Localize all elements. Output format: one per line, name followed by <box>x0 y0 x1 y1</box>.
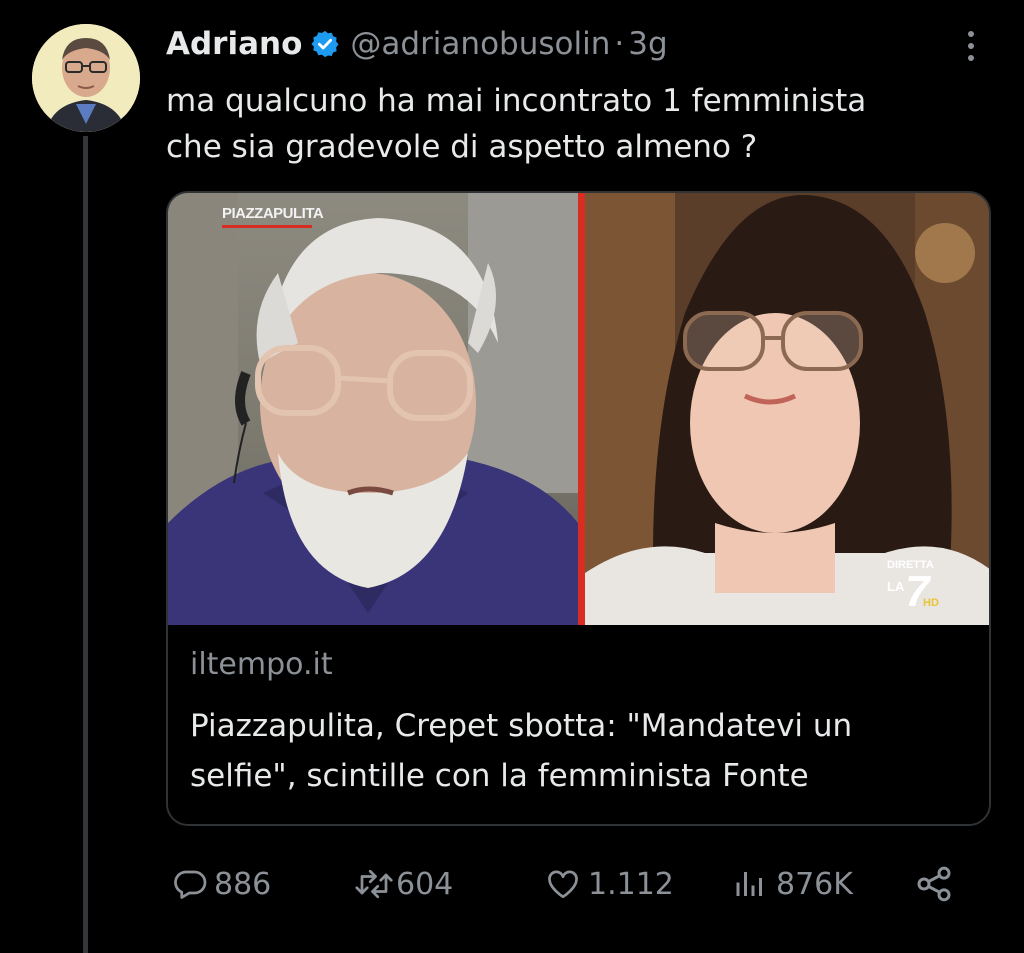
link-title-line-1: Piazzapulita, Crepet sbotta: "Mandatevi … <box>190 708 853 744</box>
like-count: 1.112 <box>588 866 674 902</box>
header-separator: · <box>614 26 625 62</box>
reply-count: 886 <box>214 866 272 902</box>
heart-icon <box>544 866 582 902</box>
like-button[interactable]: 1.112 <box>544 858 674 910</box>
tv-channel-logo: DIRETTA LA 7 HD <box>887 559 949 617</box>
author-name[interactable]: Adriano <box>166 26 302 62</box>
link-title-line-2: selfie", scintille con la femminista Fon… <box>190 758 809 794</box>
tv-logo-hd: HD <box>923 597 939 609</box>
views-count: 876K <box>776 866 853 902</box>
tweet-header: Adriano @adrianobusolin · 3g <box>166 24 668 64</box>
share-button[interactable] <box>914 858 954 910</box>
media-divider <box>578 193 585 625</box>
reply-button[interactable]: 886 <box>172 858 271 910</box>
tv-logo-number: 7 <box>905 567 930 616</box>
tv-logo-la: LA <box>887 579 905 594</box>
reply-icon <box>172 866 208 902</box>
views-icon <box>732 866 768 902</box>
link-title: Piazzapulita, Crepet sbotta: "Mandatevi … <box>190 701 970 801</box>
link-card-media[interactable]: PIAZZAPULITA DIRETTA LA 7 HD <box>168 193 989 625</box>
repost-icon <box>354 866 394 902</box>
more-options-icon[interactable] <box>956 26 986 66</box>
author-handle[interactable]: @adrianobusolin <box>350 26 610 62</box>
tweet-time[interactable]: 3g <box>628 26 667 62</box>
media-left-panel: PIAZZAPULITA <box>168 193 578 625</box>
show-logo-underline <box>222 225 312 228</box>
views-button[interactable]: 876K <box>732 858 853 910</box>
man-portrait <box>168 193 578 625</box>
action-bar: 886 604 1.112 876K <box>166 858 996 910</box>
tweet-text-line-2: che sia gradevole di aspetto almeno ? <box>166 129 758 165</box>
thread-line <box>83 136 88 953</box>
link-card-info[interactable]: iltempo.it Piazzapulita, Crepet sbotta: … <box>168 625 989 824</box>
repost-button[interactable]: 604 <box>354 858 453 910</box>
link-domain: iltempo.it <box>190 647 333 682</box>
tweet-text: ma qualcuno ha mai incontrato 1 femminis… <box>166 78 986 170</box>
link-card[interactable]: PIAZZAPULITA DIRETTA LA 7 HD iltempo.it … <box>166 191 991 826</box>
media-right-panel: DIRETTA LA 7 HD <box>585 193 989 625</box>
share-icon <box>914 864 954 904</box>
tweet-text-line-1: ma qualcuno ha mai incontrato 1 femminis… <box>166 83 867 119</box>
repost-count: 604 <box>396 866 454 902</box>
verified-badge-icon <box>310 29 340 59</box>
avatar-photo <box>32 24 140 132</box>
show-logo: PIAZZAPULITA <box>222 205 324 222</box>
avatar[interactable] <box>32 24 140 132</box>
